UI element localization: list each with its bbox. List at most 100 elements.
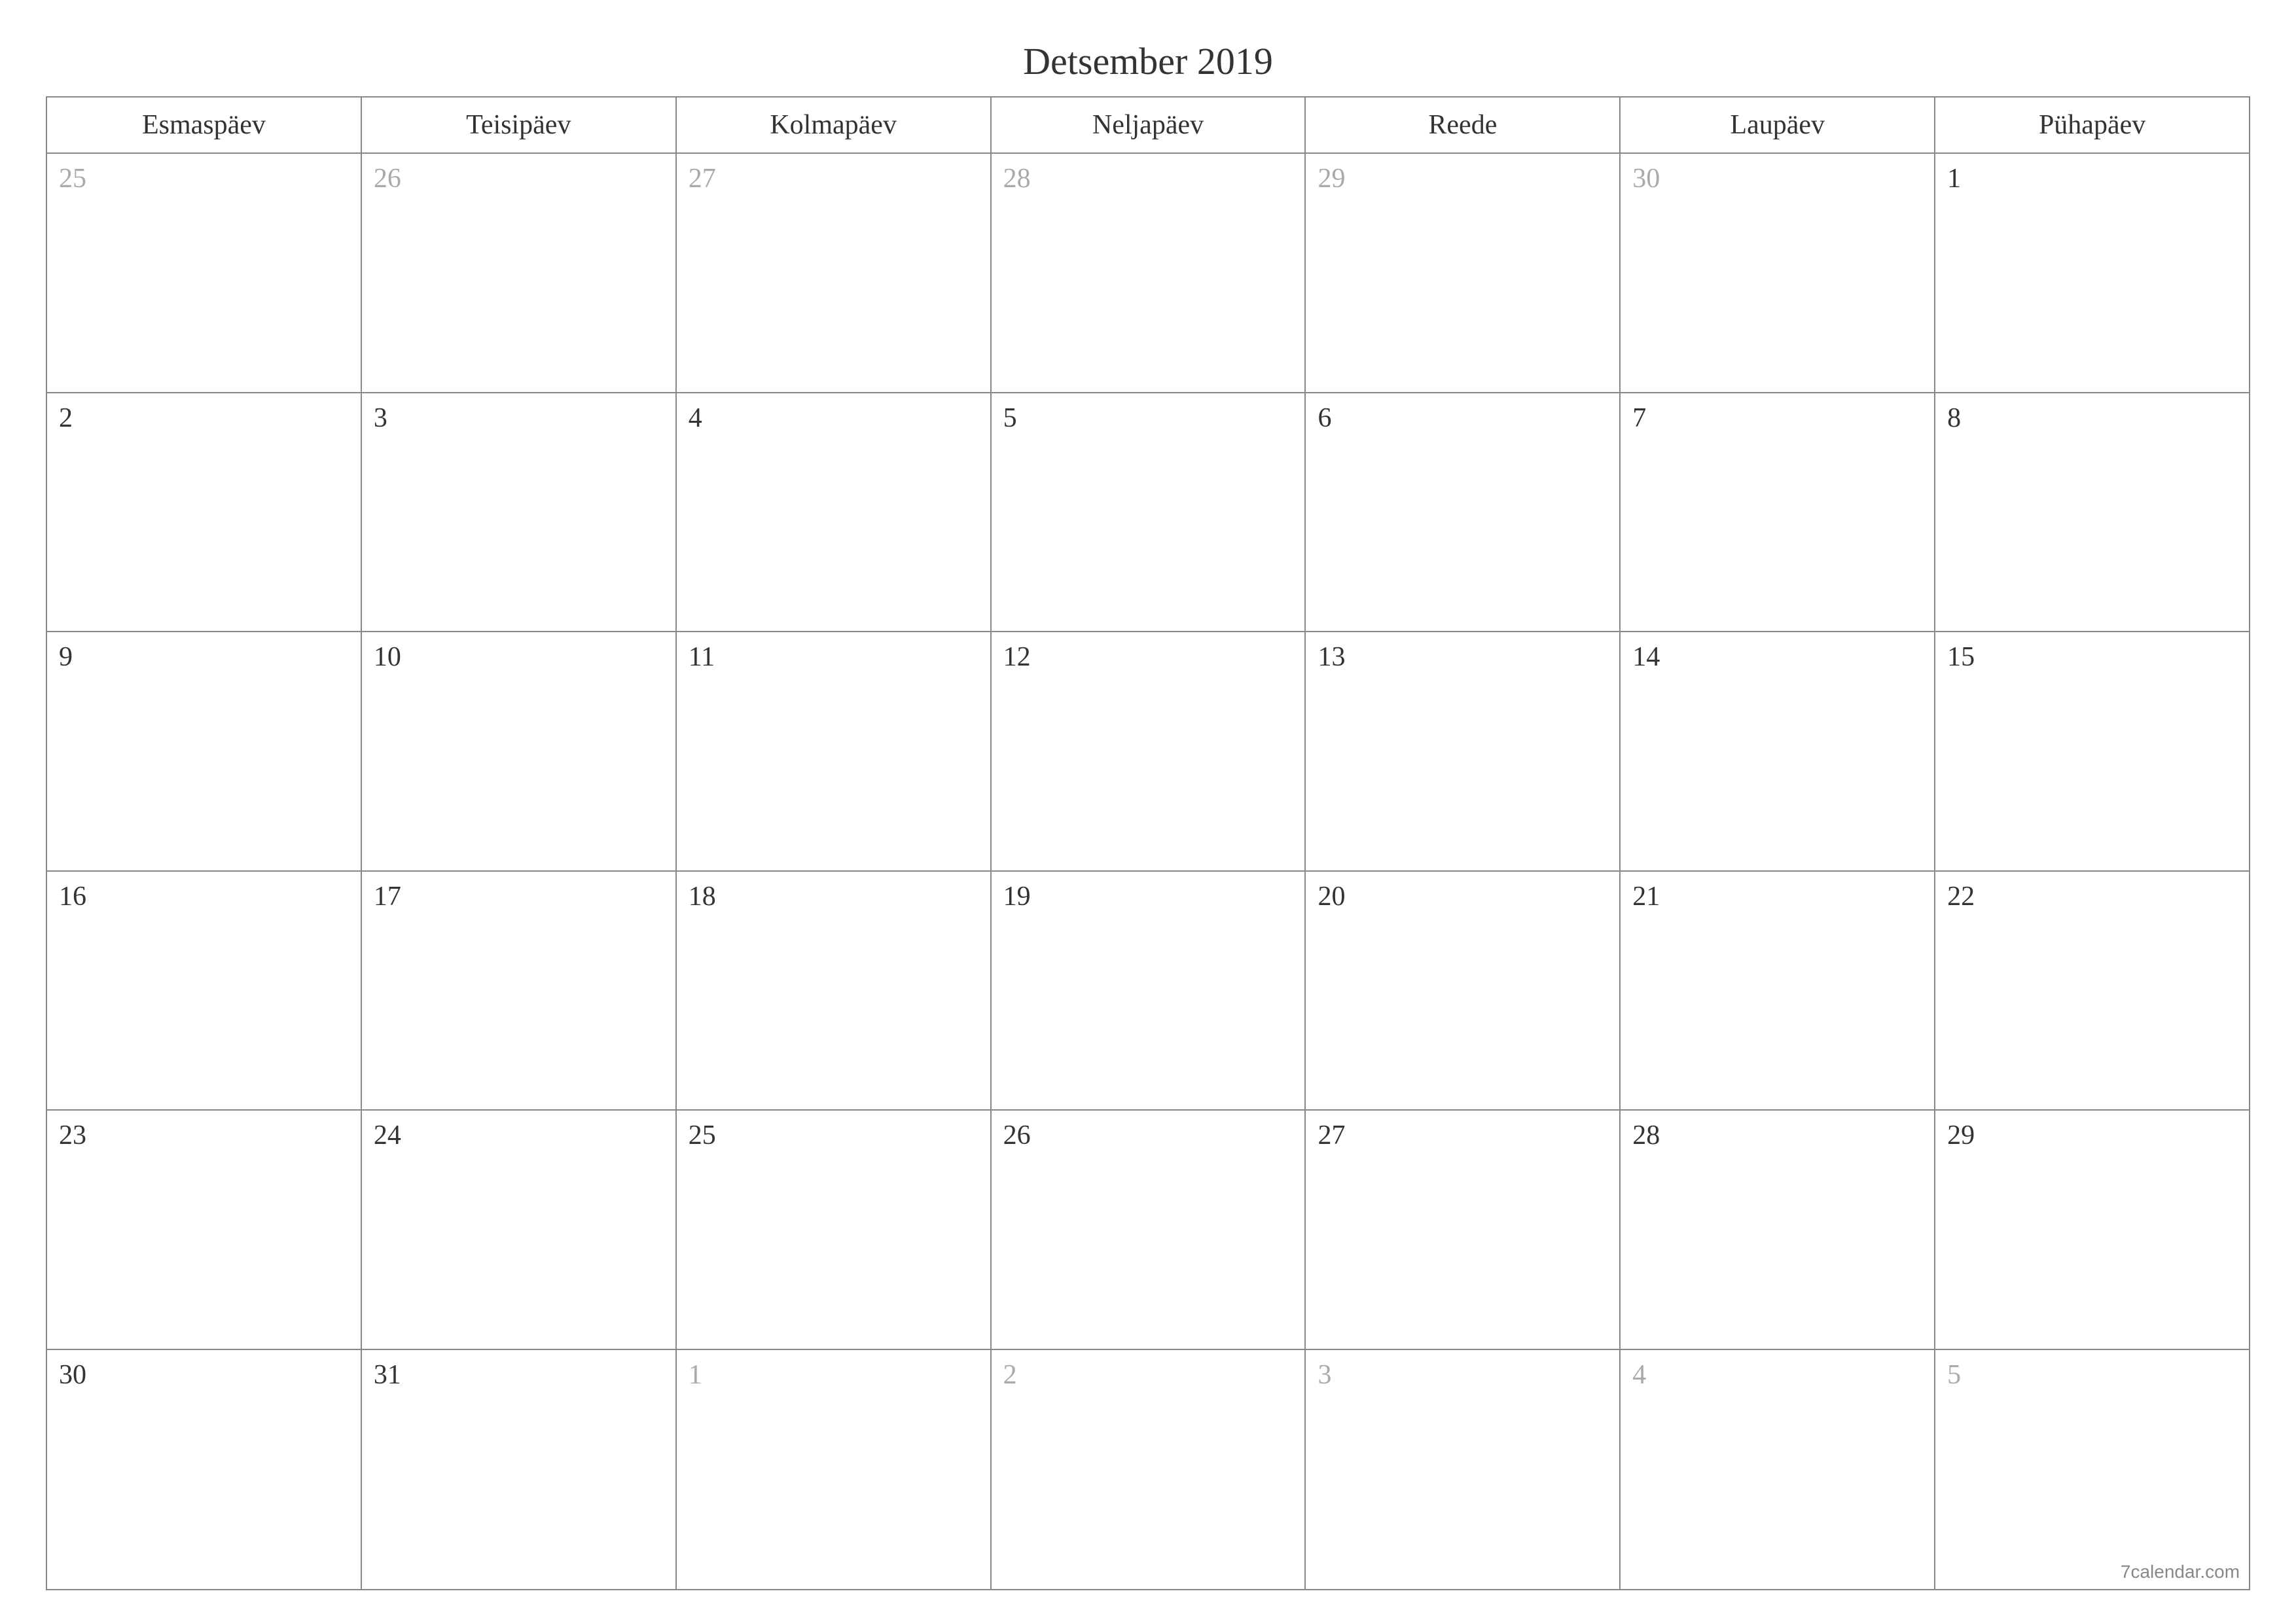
- day-cell: 29: [1306, 154, 1621, 393]
- day-number: 27: [1318, 1120, 1345, 1150]
- day-cell: 21: [1621, 872, 1935, 1111]
- day-cell: 26: [992, 1111, 1306, 1350]
- day-number: 21: [1632, 882, 1660, 912]
- day-number: 23: [59, 1120, 86, 1150]
- day-cell: 4: [1621, 1350, 1935, 1590]
- weekday-header: Teisipäev: [362, 98, 677, 154]
- day-number: 19: [1003, 882, 1031, 912]
- day-number: 4: [689, 403, 702, 433]
- day-number: 3: [1318, 1360, 1331, 1390]
- day-number: 2: [1003, 1360, 1017, 1390]
- day-number: 24: [374, 1120, 401, 1150]
- day-number: 30: [1632, 164, 1660, 194]
- weekday-header: Reede: [1306, 98, 1621, 154]
- day-cell: 8: [1935, 393, 2249, 633]
- day-number: 7: [1632, 403, 1646, 433]
- day-cell: 3: [1306, 1350, 1621, 1590]
- day-number: 28: [1003, 164, 1031, 194]
- day-cell: 5: [992, 393, 1306, 633]
- day-number: 1: [1947, 164, 1961, 194]
- day-cell: 24: [362, 1111, 677, 1350]
- week-row: 2 3 4 5 6 7 8: [47, 393, 2249, 633]
- day-number: 16: [59, 882, 86, 912]
- day-cell: 12: [992, 632, 1306, 872]
- day-number: 4: [1632, 1360, 1646, 1390]
- day-number: 26: [1003, 1120, 1031, 1150]
- day-number: 31: [374, 1360, 401, 1390]
- day-cell: 22: [1935, 872, 2249, 1111]
- day-number: 25: [689, 1120, 716, 1150]
- day-number: 1: [689, 1360, 702, 1390]
- weekday-header: Pühapäev: [1935, 98, 2249, 154]
- day-number: 9: [59, 642, 73, 672]
- day-cell: 18: [677, 872, 992, 1111]
- weekday-header: Esmaspäev: [47, 98, 362, 154]
- day-cell: 4: [677, 393, 992, 633]
- day-cell: 2: [992, 1350, 1306, 1590]
- day-number: 29: [1947, 1120, 1975, 1150]
- footer-credit: 7calendar.com: [2121, 1561, 2240, 1582]
- day-cell: 15: [1935, 632, 2249, 872]
- day-cell: 2: [47, 393, 362, 633]
- day-cell: 7: [1621, 393, 1935, 633]
- week-row: 23 24 25 26 27 28 29: [47, 1111, 2249, 1350]
- week-row: 25 26 27 28 29 30 1: [47, 154, 2249, 393]
- day-cell: 11: [677, 632, 992, 872]
- day-cell: 1: [677, 1350, 992, 1590]
- day-number: 26: [374, 164, 401, 194]
- weekday-header-row: Esmaspäev Teisipäev Kolmapäev Neljapäev …: [47, 98, 2249, 154]
- day-cell: 19: [992, 872, 1306, 1111]
- day-number: 27: [689, 164, 716, 194]
- day-cell: 25: [677, 1111, 992, 1350]
- day-number: 13: [1318, 642, 1345, 672]
- day-number: 6: [1318, 403, 1331, 433]
- weekday-header: Laupäev: [1621, 98, 1935, 154]
- day-cell: 17: [362, 872, 677, 1111]
- day-cell: 27: [1306, 1111, 1621, 1350]
- day-number: 3: [374, 403, 387, 433]
- day-cell: 13: [1306, 632, 1621, 872]
- week-row: 30 31 1 2 3 4 5 7calendar.com: [47, 1350, 2249, 1590]
- day-number: 5: [1003, 403, 1017, 433]
- day-number: 20: [1318, 882, 1345, 912]
- day-cell: 6: [1306, 393, 1621, 633]
- weekday-header: Neljapäev: [992, 98, 1306, 154]
- day-cell: 16: [47, 872, 362, 1111]
- calendar-container: Detsember 2019 Esmaspäev Teisipäev Kolma…: [46, 39, 2250, 1590]
- day-number: 28: [1632, 1120, 1660, 1150]
- day-number: 2: [59, 403, 73, 433]
- day-cell: 30: [1621, 154, 1935, 393]
- day-number: 30: [59, 1360, 86, 1390]
- day-cell: 14: [1621, 632, 1935, 872]
- day-cell: 3: [362, 393, 677, 633]
- day-cell: 27: [677, 154, 992, 393]
- weekday-header: Kolmapäev: [677, 98, 992, 154]
- day-number: 17: [374, 882, 401, 912]
- day-number: 14: [1632, 642, 1660, 672]
- day-cell: 30: [47, 1350, 362, 1590]
- day-number: 11: [689, 642, 715, 672]
- day-cell: 5 7calendar.com: [1935, 1350, 2249, 1590]
- day-cell: 1: [1935, 154, 2249, 393]
- day-number: 5: [1947, 1360, 1961, 1390]
- day-number: 12: [1003, 642, 1031, 672]
- day-number: 18: [689, 882, 716, 912]
- day-cell: 9: [47, 632, 362, 872]
- day-cell: 23: [47, 1111, 362, 1350]
- day-cell: 10: [362, 632, 677, 872]
- day-number: 22: [1947, 882, 1975, 912]
- calendar-grid: Esmaspäev Teisipäev Kolmapäev Neljapäev …: [46, 96, 2250, 1590]
- week-row: 9 10 11 12 13 14 15: [47, 632, 2249, 872]
- day-number: 15: [1947, 642, 1975, 672]
- day-cell: 20: [1306, 872, 1621, 1111]
- day-cell: 28: [1621, 1111, 1935, 1350]
- day-cell: 28: [992, 154, 1306, 393]
- day-number: 10: [374, 642, 401, 672]
- week-row: 16 17 18 19 20 21 22: [47, 872, 2249, 1111]
- day-number: 8: [1947, 403, 1961, 433]
- day-cell: 26: [362, 154, 677, 393]
- day-cell: 31: [362, 1350, 677, 1590]
- day-cell: 29: [1935, 1111, 2249, 1350]
- day-number: 29: [1318, 164, 1345, 194]
- day-number: 25: [59, 164, 86, 194]
